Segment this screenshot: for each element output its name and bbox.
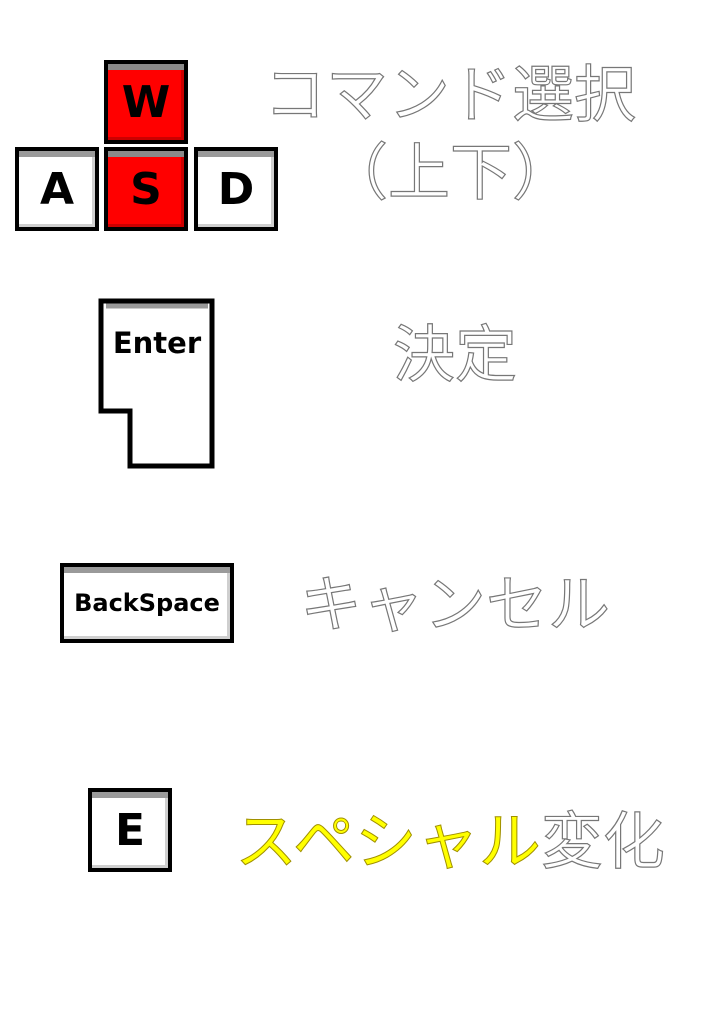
key-s: S [104, 147, 188, 231]
key-e: E [88, 788, 172, 872]
key-backspace-label: BackSpace [74, 589, 220, 617]
move-label-line1: コマンド選択 [263, 57, 636, 131]
move-label: コマンド選択 （上下） [250, 57, 650, 211]
key-e-label: E [114, 804, 146, 856]
key-a: A [15, 147, 99, 231]
confirm-label: 決定 [392, 317, 517, 391]
key-d-label: D [217, 163, 255, 215]
special-label-rest: 変化 [540, 804, 665, 878]
key-backspace: BackSpace [60, 563, 234, 643]
key-w-label: W [121, 76, 171, 128]
move-label-line2: （上下） [325, 136, 574, 210]
key-s-label: S [130, 163, 162, 215]
key-enter [98, 298, 215, 469]
key-w: W [104, 60, 188, 144]
key-enter-label: Enter [112, 326, 202, 360]
cancel-label: キャンセル [299, 567, 610, 641]
key-a-label: A [39, 163, 75, 215]
special-label-highlight: スペシャル [235, 805, 542, 879]
special-label: スペシャル変化 [225, 804, 675, 879]
